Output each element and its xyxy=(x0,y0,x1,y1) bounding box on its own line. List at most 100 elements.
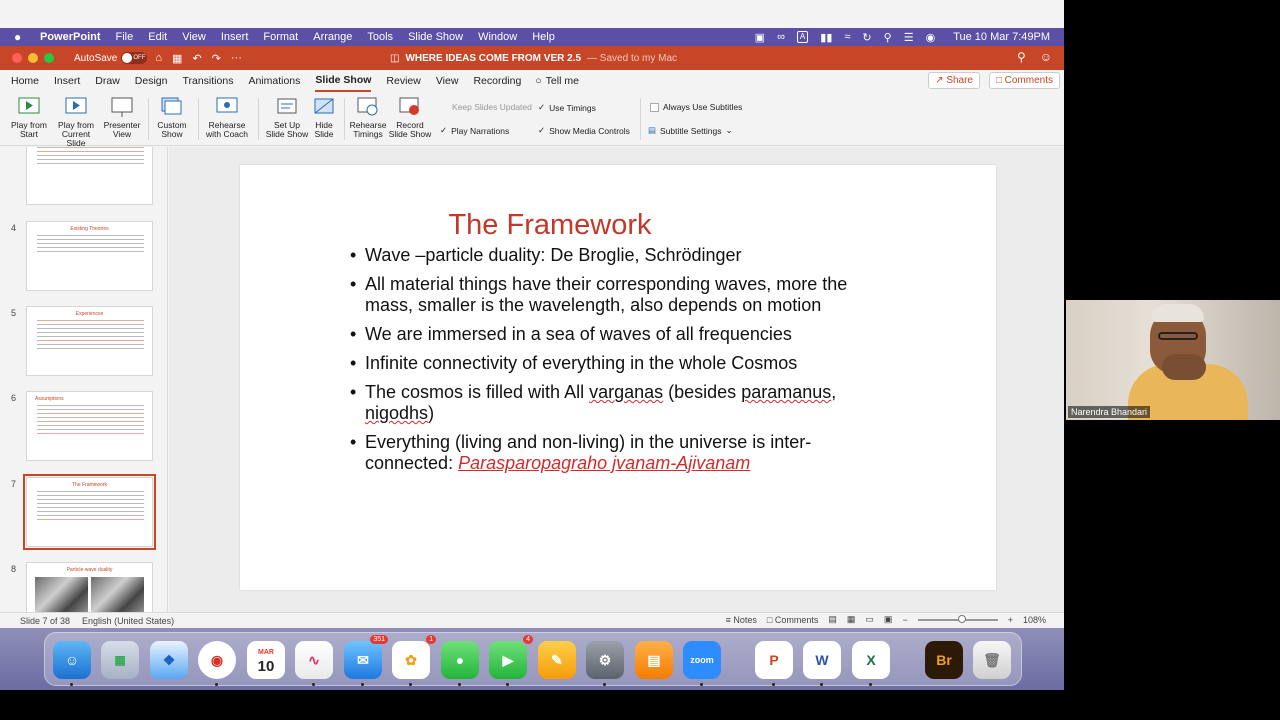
menu-insert[interactable]: Insert xyxy=(221,31,249,43)
subtitle-settings-dropdown[interactable]: ▤ Subtitle Settings ⌄ xyxy=(648,125,733,136)
home-icon[interactable]: ⌂ xyxy=(155,52,162,65)
zoom-window-button[interactable] xyxy=(44,53,54,63)
zoom-level[interactable]: 108% xyxy=(1023,615,1046,625)
search-icon[interactable]: ⚲ xyxy=(1017,50,1026,64)
account-icon[interactable]: ☺ xyxy=(1040,50,1052,64)
wifi-icon[interactable]: ≈ xyxy=(844,31,850,43)
play-from-start-button[interactable]: Play from Start xyxy=(8,96,50,139)
tab-home[interactable]: Home xyxy=(11,71,39,91)
record-slideshow-button[interactable]: Record Slide Show xyxy=(388,96,432,139)
normal-view-icon[interactable]: ▤ xyxy=(828,614,837,625)
menubar-clock[interactable]: Tue 10 Mar 7:49PM xyxy=(953,31,1050,43)
time-machine-icon[interactable]: ↻ xyxy=(862,31,871,44)
slide-bullet-list[interactable]: Wave –particle duality: De Broglie, Schr… xyxy=(350,245,890,482)
minimize-window-button[interactable] xyxy=(28,53,38,63)
menu-tools[interactable]: Tools xyxy=(367,31,393,43)
excel-icon[interactable]: X xyxy=(852,641,890,686)
tab-animations[interactable]: Animations xyxy=(248,71,300,91)
close-window-button[interactable] xyxy=(12,53,22,63)
always-use-subtitles-checkbox[interactable]: Always Use Subtitles xyxy=(650,102,742,112)
mail-icon[interactable]: ✉ 351 xyxy=(344,635,388,686)
tab-transitions[interactable]: Transitions xyxy=(182,71,233,91)
search-icon[interactable]: ⚲ xyxy=(884,31,892,44)
language-indicator[interactable]: English (United States) xyxy=(82,616,174,626)
tab-view[interactable]: View xyxy=(436,71,459,91)
menu-slide-show[interactable]: Slide Show xyxy=(408,31,463,43)
battery-icon[interactable]: ▮▮ xyxy=(820,31,832,44)
slide-sorter-icon[interactable]: ▦ xyxy=(847,614,856,625)
slideshow-view-icon[interactable]: ▣ xyxy=(884,614,893,625)
menu-arrange[interactable]: Arrange xyxy=(313,31,352,43)
bridge-icon[interactable]: Br xyxy=(925,641,963,679)
photos-icon[interactable]: ✿ 1 xyxy=(392,635,436,686)
autosave-toggle[interactable]: OFF xyxy=(121,52,148,64)
creative-cloud-icon[interactable]: ∞ xyxy=(777,31,785,43)
redo-icon[interactable]: ↷ xyxy=(212,52,221,65)
tell-me-search[interactable]: ○ Tell me xyxy=(535,75,579,87)
play-narrations-checkbox[interactable]: ✓ Play Narrations xyxy=(440,125,509,136)
calendar-icon[interactable]: MAR 10 xyxy=(247,641,285,679)
slide-thumbnail[interactable]: Particle-wave duality xyxy=(26,562,153,612)
bullet-item[interactable]: Wave –particle duality: De Broglie, Schr… xyxy=(350,245,890,266)
menu-app-name[interactable]: PowerPoint xyxy=(40,31,101,43)
autosave-control[interactable]: AutoSave OFF xyxy=(74,52,148,64)
bullet-item[interactable]: Everything (living and non-living) in th… xyxy=(350,432,890,474)
slide-editing-canvas[interactable]: The Framework Wave –particle duality: De… xyxy=(169,147,1064,612)
more-icon[interactable]: ··· xyxy=(231,52,242,65)
zoom-in-button[interactable]: + xyxy=(1008,615,1013,625)
notes-button[interactable]: ≡ Notes xyxy=(726,615,757,625)
slide-title[interactable]: The Framework xyxy=(240,209,860,242)
undo-icon[interactable]: ↶ xyxy=(192,52,201,65)
menu-file[interactable]: File xyxy=(116,31,134,43)
tab-slide-show[interactable]: Slide Show xyxy=(315,70,372,92)
use-timings-checkbox[interactable]: ✓ Use Timings xyxy=(538,102,596,113)
bullet-item[interactable]: All material things have their correspon… xyxy=(350,274,890,316)
finder-icon[interactable]: ☺ xyxy=(53,641,91,686)
safari-icon[interactable]: ❖ xyxy=(150,641,188,679)
hide-slide-button[interactable]: Hide Slide xyxy=(310,96,338,139)
tab-recording[interactable]: Recording xyxy=(473,71,521,91)
menu-help[interactable]: Help xyxy=(532,31,555,43)
launchpad-icon[interactable]: ▦ xyxy=(101,641,139,679)
zoom-out-button[interactable]: − xyxy=(902,615,907,625)
custom-show-button[interactable]: Custom Show xyxy=(154,96,190,139)
zoom-app-icon[interactable]: zoom xyxy=(683,641,721,686)
menu-window[interactable]: Window xyxy=(478,31,517,43)
reading-view-icon[interactable]: ▭ xyxy=(865,614,874,625)
chrome-icon[interactable]: ◉ xyxy=(198,641,236,686)
system-settings-icon[interactable]: ⚙ xyxy=(586,641,624,686)
apple-icon[interactable]: ● xyxy=(14,30,28,44)
share-button[interactable]: ↗ Share xyxy=(928,72,980,89)
comments-status-button[interactable]: □ Comments xyxy=(767,615,818,625)
books-icon[interactable]: ▤ xyxy=(635,641,673,679)
input-source-icon[interactable]: A xyxy=(796,31,809,43)
tab-design[interactable]: Design xyxy=(135,71,168,91)
slide[interactable]: The Framework Wave –particle duality: De… xyxy=(240,165,996,590)
slide-thumbnail[interactable]: Assumptions xyxy=(26,391,153,461)
word-icon[interactable]: W xyxy=(803,641,841,686)
slide-thumbnail[interactable]: Existing Theories xyxy=(26,221,153,291)
tab-draw[interactable]: Draw xyxy=(95,71,120,91)
bullet-item[interactable]: We are immersed in a sea of waves of all… xyxy=(350,324,890,345)
slide-thumbnail[interactable]: Experiences xyxy=(26,306,153,376)
bullet-item[interactable]: Infinite connectivity of everything in t… xyxy=(350,353,890,374)
slide-thumbnail-selected[interactable]: The Framework xyxy=(23,474,156,550)
slide-thumbnail[interactable] xyxy=(26,147,153,205)
powerpoint-icon[interactable]: P xyxy=(755,641,793,686)
rehearse-timings-button[interactable]: Rehearse Timings xyxy=(348,96,388,139)
tab-review[interactable]: Review xyxy=(386,71,420,91)
rehearse-with-coach-button[interactable]: Rehearse with Coach xyxy=(204,96,250,139)
menu-edit[interactable]: Edit xyxy=(148,31,167,43)
trash-icon[interactable]: 🗑 xyxy=(973,641,1011,679)
comments-button[interactable]: □ Comments xyxy=(988,72,1060,89)
control-center-icon[interactable]: ☰ xyxy=(904,31,914,44)
facetime-icon[interactable]: ▶ 4 xyxy=(489,635,533,686)
play-from-current-button[interactable]: Play from Current Slide xyxy=(52,96,100,148)
presenter-view-button[interactable]: Presenter View xyxy=(102,96,142,139)
zoom-slider-handle[interactable] xyxy=(957,614,966,623)
bullet-item[interactable]: The cosmos is filled with All varganas (… xyxy=(350,382,890,424)
messages-icon[interactable]: ● xyxy=(441,641,479,686)
setup-slideshow-button[interactable]: Set Up Slide Show xyxy=(264,96,310,139)
freeform-icon[interactable]: ∿ xyxy=(295,641,333,686)
zoom-slider[interactable] xyxy=(917,614,998,623)
